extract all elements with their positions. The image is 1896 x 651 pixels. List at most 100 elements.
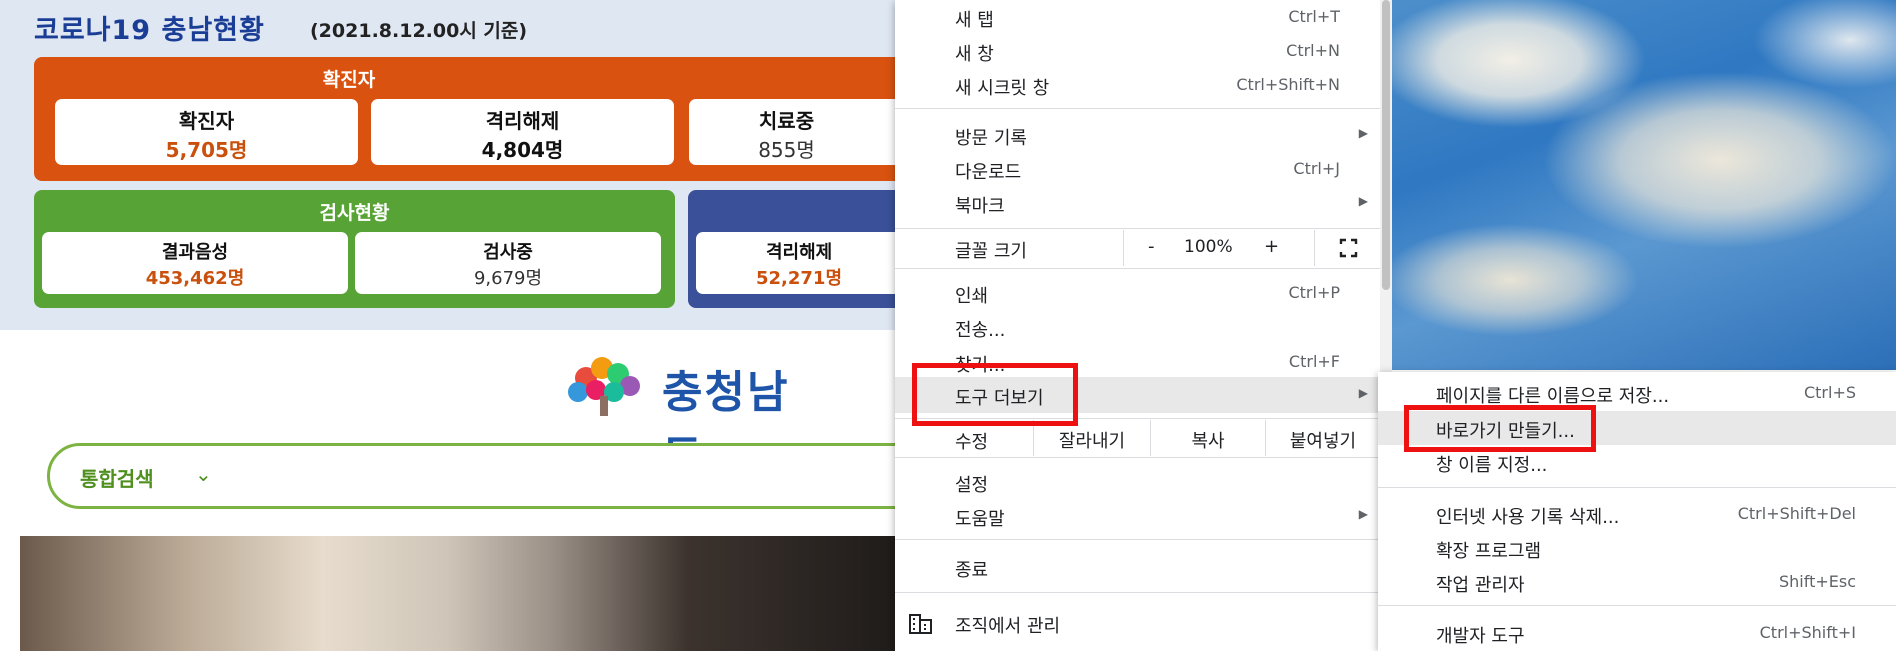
menu-item-new-incognito-window[interactable]: 새 시크릿 창 Ctrl+Shift+N: [895, 68, 1380, 102]
submenu-item-shortcut: Shift+Esc: [1778, 572, 1856, 591]
submenu-arrow-icon: ▶: [1358, 194, 1368, 208]
menu-separator: [895, 268, 1380, 269]
zoom-label: 글꼴 크기: [955, 241, 1027, 262]
menu-item-label: 새 탭: [955, 10, 994, 31]
menu-item-new-tab[interactable]: 새 탭 Ctrl+T: [895, 0, 1380, 34]
highlight-create-shortcut: [1404, 405, 1596, 452]
submenu-arrow-icon: ▶: [1358, 386, 1368, 400]
menu-item-history[interactable]: 방문 기록 ▶: [895, 118, 1380, 152]
menu-item-shortcut: Ctrl+T: [1288, 7, 1340, 26]
submenu-item-label: 작업 관리자: [1436, 575, 1525, 596]
menu-item-label: 방문 기록: [955, 128, 1027, 149]
covid-status-panel: 코로나19 충남현황 (2021.8.12.00시 기준) 확진자 확진자 5,…: [0, 0, 948, 330]
fullscreen-button[interactable]: [1314, 230, 1381, 266]
submenu-item-extensions[interactable]: 확장 프로그램: [1378, 531, 1896, 565]
stat-label: 확진자: [178, 109, 235, 133]
stat-value: 453,462명: [145, 268, 245, 289]
sky-wallpaper: [1390, 0, 1896, 370]
menu-separator: [895, 228, 1380, 229]
copy-button[interactable]: 복사: [1150, 420, 1265, 456]
menu-item-help[interactable]: 도움말 ▶: [895, 499, 1380, 533]
zoom-in-button[interactable]: +: [1264, 236, 1279, 257]
stat-label: 결과음성: [161, 242, 229, 263]
menu-item-shortcut: Ctrl+J: [1293, 159, 1340, 178]
submenu-separator: [1378, 605, 1896, 606]
submenu-item-shortcut: Ctrl+Shift+Del: [1737, 504, 1856, 523]
menu-separator: [895, 457, 1380, 458]
menu-item-shortcut: Ctrl+Shift+N: [1236, 75, 1340, 94]
stat-value: 5,705명: [165, 138, 248, 162]
covid-title: 코로나19 충남현황: [34, 15, 265, 46]
menu-separator: [895, 539, 1380, 540]
menu-item-label: 새 창: [955, 44, 994, 65]
stat-label: 치료중: [758, 109, 815, 133]
chrome-main-menu: 새 탭 Ctrl+T 새 창 Ctrl+N 새 시크릿 창 Ctrl+Shift…: [895, 0, 1380, 651]
chevron-down-icon[interactable]: ⌄: [195, 462, 212, 486]
submenu-item-clear-browsing-data[interactable]: 인터넷 사용 기록 삭제... Ctrl+Shift+Del: [1378, 497, 1896, 531]
submenu-arrow-icon: ▶: [1358, 126, 1368, 140]
menu-item-label: 조직에서 관리: [955, 616, 1061, 637]
submenu-item-label: 개발자 도구: [1436, 626, 1525, 647]
zoom-controls: - 100% +: [1123, 230, 1380, 266]
menu-item-label: 북마크: [955, 196, 1005, 217]
stat-label: 검사중: [483, 242, 533, 263]
stat-value: 4,804명: [481, 138, 564, 162]
tree-logo-icon: [568, 357, 640, 416]
search-category-select[interactable]: 통합검색: [80, 463, 154, 492]
menu-item-label: 새 시크릿 창: [955, 78, 1050, 99]
submenu-item-developer-tools[interactable]: 개발자 도구 Ctrl+Shift+I: [1378, 616, 1896, 650]
menu-item-exit[interactable]: 종료: [895, 550, 1380, 584]
stat-card-confirmed: 확진자 5,705명: [55, 99, 358, 165]
menu-item-downloads[interactable]: 다운로드 Ctrl+J: [895, 152, 1380, 186]
stat-value: 855명: [758, 138, 815, 162]
menu-item-new-window[interactable]: 새 창 Ctrl+N: [895, 34, 1380, 68]
integrated-search-bar[interactable]: 통합검색 ⌄: [47, 443, 947, 509]
test-header: 검사현황: [319, 202, 390, 224]
chungnam-logo[interactable]: 충청남도: [556, 350, 816, 482]
menu-item-label: 설정: [955, 475, 989, 496]
submenu-separator: [1378, 487, 1896, 488]
submenu-item-shortcut: Ctrl+Shift+I: [1759, 623, 1856, 642]
submenu-item-label: 확장 프로그램: [1436, 541, 1542, 562]
zoom-out-button[interactable]: -: [1148, 236, 1155, 257]
banner-photo: [20, 536, 910, 651]
submenu-item-label: 인터넷 사용 기록 삭제...: [1436, 507, 1620, 528]
stat-card-released: 격리해제 4,804명: [371, 99, 674, 165]
stat-value: 9,679명: [473, 268, 543, 289]
submenu-item-task-manager[interactable]: 작업 관리자 Shift+Esc: [1378, 565, 1896, 599]
menu-item-shortcut: Ctrl+F: [1288, 352, 1340, 371]
menu-item-managed-by-org[interactable]: 조직에서 관리: [895, 606, 1380, 640]
building-icon: [909, 614, 932, 634]
menu-item-label: 전송...: [955, 320, 1006, 341]
submenu-item-shortcut: Ctrl+S: [1803, 383, 1856, 402]
paste-button[interactable]: 붙여넣기: [1265, 420, 1380, 456]
submenu-item-label: 창 이름 지정...: [1436, 455, 1548, 476]
stat-card-treating: 치료중 855명: [689, 99, 914, 165]
menu-item-shortcut: Ctrl+N: [1286, 41, 1340, 60]
edit-label: 수정: [955, 432, 989, 453]
menu-item-label: 인쇄: [955, 286, 989, 307]
menu-item-label: 종료: [955, 560, 989, 581]
menu-item-shortcut: Ctrl+P: [1288, 283, 1340, 302]
menu-item-label: 다운로드: [955, 162, 1022, 183]
menu-item-print[interactable]: 인쇄 Ctrl+P: [895, 276, 1380, 310]
menu-item-cast[interactable]: 전송...: [895, 310, 1380, 344]
zoom-row: 글꼴 크기 - 100% +: [895, 230, 1380, 266]
confirmed-header: 확진자: [322, 69, 376, 91]
fullscreen-icon: [1339, 238, 1358, 258]
stat-card-negative: 결과음성 453,462명: [42, 232, 348, 294]
stat-label: 격리해제: [485, 109, 560, 133]
covid-date: (2021.8.12.00시 기준): [310, 20, 528, 42]
zoom-level: 100%: [1184, 237, 1233, 257]
confirmed-box: 확진자 확진자 5,705명 격리해제 4,804명 치료중 855명: [34, 57, 914, 181]
highlight-more-tools: [912, 363, 1078, 426]
test-status-box: 검사현황 결과음성 453,462명 검사중 9,679명: [34, 190, 675, 308]
menu-item-label: 도움말: [955, 509, 1005, 530]
stat-card-testing: 검사중 9,679명: [355, 232, 661, 294]
menu-item-bookmarks[interactable]: 북마크 ▶: [895, 186, 1380, 220]
scrollbar-thumb[interactable]: [1382, 0, 1390, 290]
menu-separator: [895, 592, 1380, 593]
menu-item-settings[interactable]: 설정: [895, 465, 1380, 499]
submenu-arrow-icon: ▶: [1358, 507, 1368, 521]
menu-separator: [895, 108, 1380, 109]
